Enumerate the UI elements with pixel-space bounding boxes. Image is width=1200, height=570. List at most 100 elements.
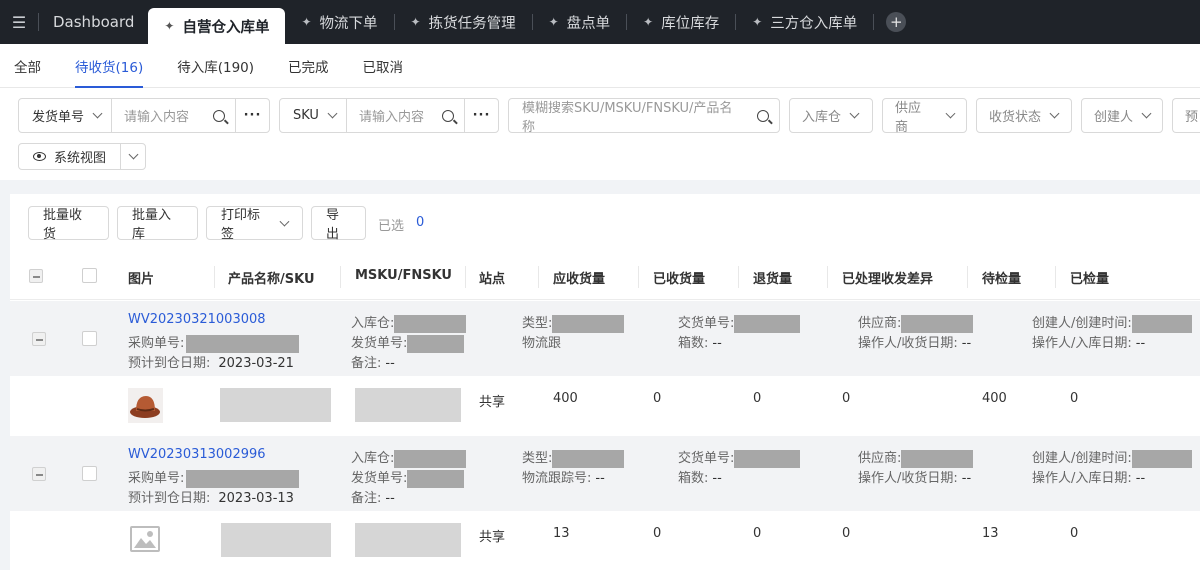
status-tab-all[interactable]: 全部 [14,44,41,88]
field-label: 预计到仓日期: [128,491,211,506]
field-label: 箱数: [678,336,709,351]
search-icon[interactable] [757,109,769,122]
product-image[interactable] [128,388,163,423]
input-placeholder: 模糊搜索SKU/MSKU/FNSKU/产品名称 [522,100,733,135]
column-divider [465,266,466,288]
field-label: 入库仓: [351,451,395,466]
col-site: 站点 [479,272,506,287]
system-view-button[interactable]: 系统视图 [19,144,122,169]
export-button[interactable]: 导出 [311,206,366,242]
pending-check-qty: 13 [982,526,999,541]
selected-label: 已选 [378,219,405,234]
receipt-status-dropdown[interactable]: 收货状态 [976,98,1072,133]
fuzzy-search-field[interactable]: 模糊搜索SKU/MSKU/FNSKU/产品名称 [509,99,757,135]
checked-qty: 0 [1070,526,1079,541]
returned-qty: 0 [753,391,762,406]
sku-search-input[interactable]: 请输入内容 [347,99,442,132]
warehouse: 入库仓: [351,312,467,333]
pin-icon[interactable]: ✦ [411,15,421,29]
remark: 备注: -- [351,352,395,371]
select-label: 发货单号 [32,110,85,125]
dropdown-label: 预 [1185,110,1199,125]
redacted-value [901,449,974,468]
tab-stocktake[interactable]: ✦ 盘点单 [533,0,627,44]
status-tab-pending-receipt[interactable]: 待收货(16) [75,44,144,88]
pin-icon[interactable]: ✦ [752,15,762,29]
image-icon [134,531,156,548]
dropdown-label: 供应商 [895,100,922,135]
field-value: -- [712,471,722,486]
search-icon[interactable] [442,109,454,122]
redacted-value [394,449,467,468]
ship-no-search-input[interactable]: 请输入内容 [112,99,213,132]
more-options-button[interactable]: ··· [464,99,498,132]
creator-dropdown[interactable]: 创建人 [1081,98,1163,133]
order-number-link[interactable]: WV20230321003008 [128,312,266,327]
tab-dashboard[interactable]: Dashboard [39,0,148,44]
field-value: -- [385,356,395,371]
row-checkbox[interactable] [82,466,97,481]
box-count: 箱数: -- [678,467,722,486]
sku-line: 共享 13 0 0 0 13 0 [10,511,1200,570]
order-number-link[interactable]: WV20230313002996 [128,447,266,462]
supplier-dropdown[interactable]: 供应商 [882,98,967,135]
pin-icon[interactable]: ✦ [164,19,174,33]
ship-no-field-select[interactable]: 发货单号 [19,99,113,132]
add-tab-icon[interactable]: + [886,12,907,32]
collapse-row-icon[interactable] [32,332,46,346]
tab-self-warehouse-inbound[interactable]: ✦ 自营仓入库单 [148,8,286,44]
eta-dropdown[interactable]: 预 [1172,98,1200,133]
collapse-row-icon[interactable] [32,467,46,481]
chevron-down-icon [1049,108,1060,119]
operator-instock-date: 操作人/入库日期: -- [1032,467,1145,486]
chevron-down-icon [945,108,956,119]
tab-third-party-inbound[interactable]: ✦ 三方仓入库单 [736,0,873,44]
warehouse-dropdown[interactable]: 入库仓 [789,98,873,133]
fuzzy-search-input[interactable]: 模糊搜索SKU/MSKU/FNSKU/产品名称 [508,98,780,135]
chevron-down-icon [849,108,860,119]
tab-location-inventory[interactable]: ✦ 库位库存 [627,0,735,44]
operator-receive-date: 操作人/收货日期: -- [858,467,971,486]
pin-icon[interactable]: ✦ [301,15,311,29]
redacted-value [734,449,801,468]
table-header: 图片 产品名称/SKU MSKU/FNSKU 站点 应收货量 已收货量 退货量 … [10,254,1200,300]
checked-qty: 0 [1070,391,1079,406]
view-selector[interactable]: 系统视图 [18,143,147,170]
sku-line: 共享 400 0 0 0 400 0 [10,376,1200,437]
row-checkbox[interactable] [82,331,97,346]
search-icon[interactable] [213,109,225,122]
more-options-button[interactable]: ··· [235,99,269,132]
field-label: 采购单号: [128,336,185,351]
warehouse: 入库仓: [351,447,467,468]
redacted-value [1131,314,1192,333]
status-tab-pending-instock[interactable]: 待入库(190) [177,44,254,88]
tab-picking-task[interactable]: ✦ 拣货任务管理 [395,0,532,44]
filter-area: 发货单号 请输入内容 ··· SKU 请输入内容 ··· 模糊搜索SKU/MSK… [0,88,1200,180]
status-tab-cancelled[interactable]: 已取消 [363,44,404,88]
batch-receive-button[interactable]: 批量收货 [28,206,109,242]
input-placeholder: 请输入内容 [358,110,424,125]
status-tab-completed[interactable]: 已完成 [288,44,329,88]
column-divider [214,266,215,288]
table-row: WV20230313002996 采购单号: 预计到仓日期: 2023-03-13… [10,436,1200,570]
expected-qty: 13 [553,526,570,541]
image-placeholder-icon[interactable] [130,526,160,552]
divider [873,14,875,30]
tab-logistics-order[interactable]: ✦ 物流下单 [285,0,393,44]
sku-field-select[interactable]: SKU [280,99,347,132]
batch-instock-button[interactable]: 批量入库 [117,206,198,242]
collapse-all-icon[interactable] [29,269,43,283]
creator-created-time: 创建人/创建时间: [1032,312,1192,333]
chevron-down-icon [92,108,103,119]
site-value: 共享 [479,395,506,410]
view-dropdown-toggle[interactable] [121,144,145,169]
tab-label: Dashboard [53,13,135,31]
logistics-tracking: 物流跟踪号: -- [522,467,605,486]
print-label-button[interactable]: 打印标签 [206,206,303,242]
col-handled-diff: 已处理收发差异 [842,272,934,287]
menu-toggle-icon[interactable]: ☰ [0,0,38,44]
select-all-checkbox[interactable] [82,268,97,283]
sku-search-group: SKU 请输入内容 ··· [279,98,499,133]
pin-icon[interactable]: ✦ [643,15,653,29]
pin-icon[interactable]: ✦ [549,15,559,29]
